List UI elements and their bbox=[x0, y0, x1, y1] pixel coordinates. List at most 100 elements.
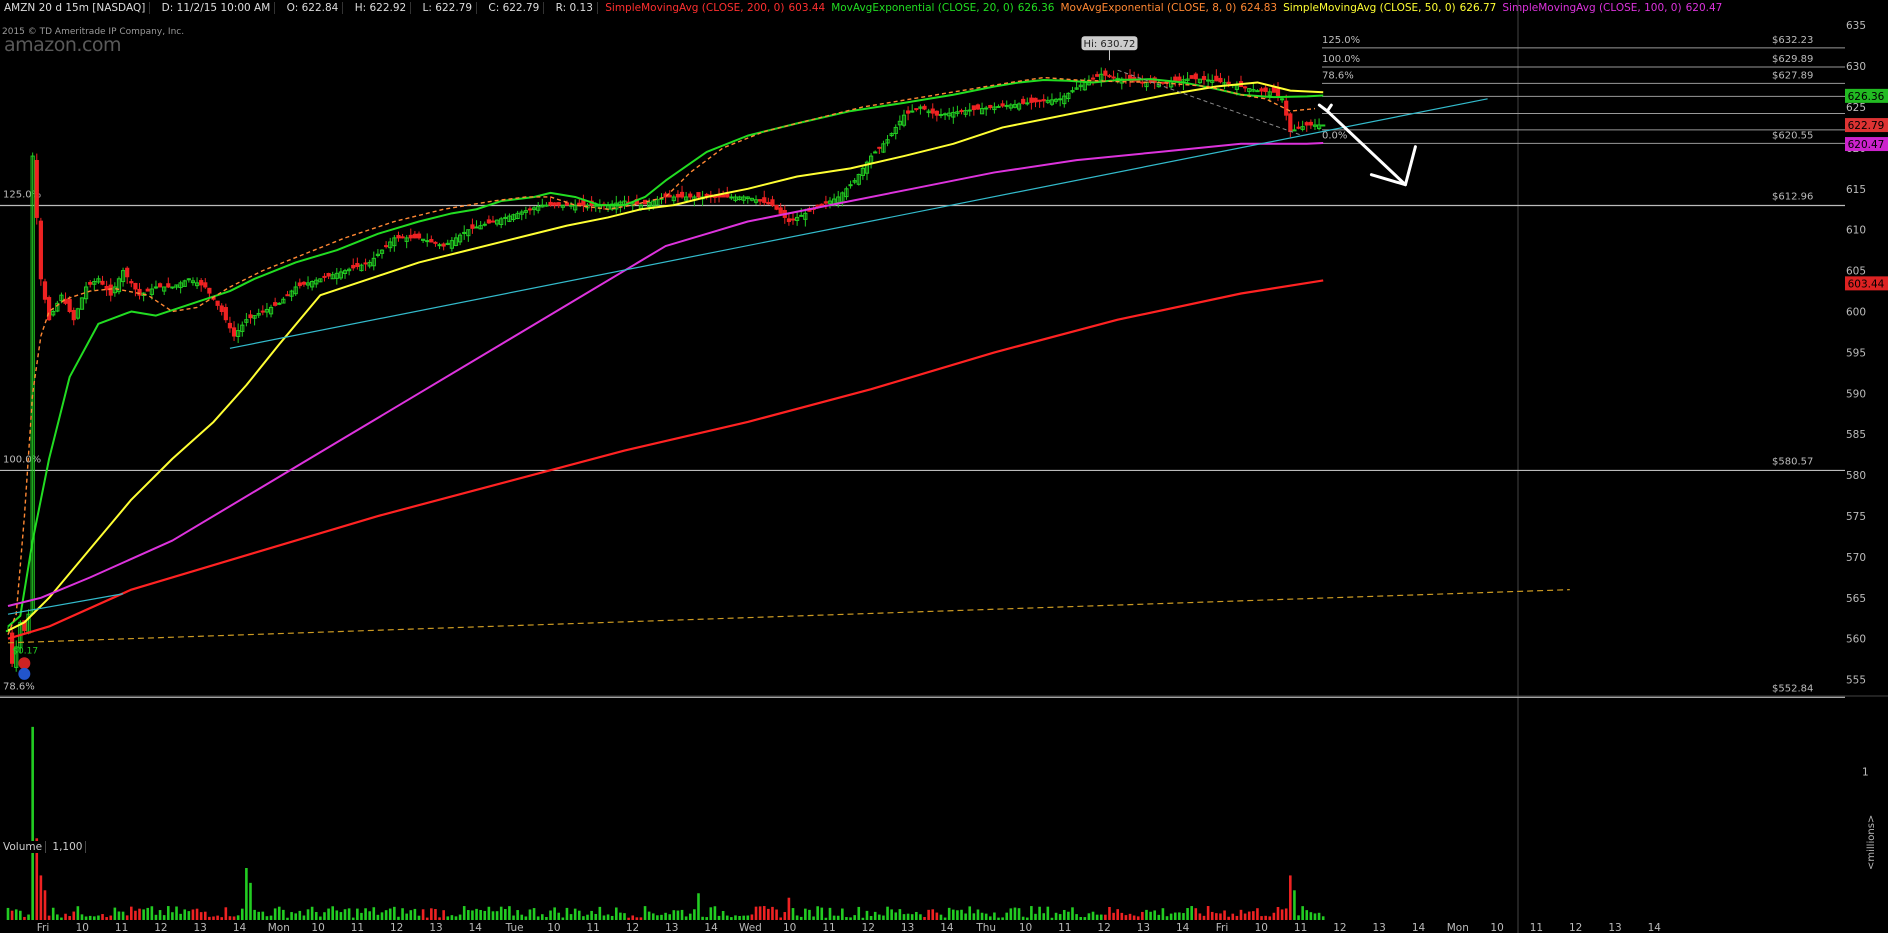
candle-body bbox=[425, 240, 430, 243]
volume-bar bbox=[545, 916, 548, 920]
volume-bar bbox=[191, 909, 195, 920]
volume-bar bbox=[853, 915, 856, 920]
volume-bar bbox=[590, 910, 593, 920]
candle-body bbox=[441, 243, 446, 247]
price-tick-label: 565 bbox=[1846, 593, 1866, 605]
volume-bar bbox=[212, 916, 215, 920]
volume-bar bbox=[902, 914, 906, 920]
time-tick-label: Fri bbox=[1216, 922, 1229, 933]
time-tick-label: 13 bbox=[1373, 922, 1386, 933]
volume-bar bbox=[688, 913, 692, 920]
candle-body bbox=[848, 184, 853, 187]
candle-body bbox=[556, 202, 561, 206]
fib-price-label: $629.89 bbox=[1772, 54, 1813, 65]
time-tick-label: 14 bbox=[1648, 922, 1662, 933]
candle-body bbox=[1226, 81, 1231, 85]
volume-bar bbox=[232, 916, 236, 920]
volume-bar bbox=[438, 917, 441, 920]
series-line bbox=[7, 81, 1324, 632]
volume-bar bbox=[372, 907, 376, 920]
fib-price-label: $627.89 bbox=[1772, 70, 1813, 81]
candle-body bbox=[227, 322, 233, 329]
volume-bar bbox=[1099, 914, 1103, 920]
down-arrow-head bbox=[1369, 145, 1417, 187]
series-line bbox=[7, 78, 1324, 628]
volume-bar bbox=[1206, 906, 1210, 920]
volume-bar bbox=[549, 910, 552, 920]
volume-bar bbox=[1128, 913, 1132, 920]
volume-bar bbox=[1062, 909, 1066, 920]
candle-body bbox=[922, 105, 927, 110]
candle-body bbox=[1173, 76, 1178, 82]
candle-body bbox=[486, 219, 491, 224]
volume-bar bbox=[277, 906, 281, 920]
candle-body bbox=[877, 146, 882, 149]
volume-bar bbox=[779, 917, 782, 920]
volume-panel-label: Volume 1,100 bbox=[0, 841, 87, 853]
candle-body bbox=[1308, 121, 1313, 126]
candle-body bbox=[688, 193, 693, 198]
candle-body bbox=[984, 107, 989, 110]
fib-level-label: 78.6% bbox=[1322, 70, 1354, 81]
candle-body bbox=[679, 191, 685, 198]
volume-bar bbox=[767, 908, 770, 920]
time-tick-label: 14 bbox=[940, 922, 954, 933]
volume-bar bbox=[166, 906, 170, 920]
volume-bar bbox=[364, 908, 367, 920]
candle-body bbox=[1275, 88, 1281, 97]
candle-body bbox=[1177, 76, 1182, 81]
volume-bar bbox=[968, 906, 972, 920]
candle-body bbox=[297, 282, 302, 287]
candle-body bbox=[758, 199, 763, 202]
fib-level-label: 0.0% bbox=[1322, 130, 1347, 141]
volume-bar bbox=[1239, 909, 1243, 920]
volume-bar bbox=[931, 909, 935, 920]
candle-body bbox=[408, 234, 413, 239]
time-tick-label: 10 bbox=[1490, 922, 1503, 933]
candle-body bbox=[766, 201, 771, 205]
time-tick-label: 14 bbox=[233, 922, 247, 933]
volume-bar bbox=[1215, 913, 1218, 920]
time-tick-label: 11 bbox=[1058, 922, 1071, 933]
price-tick-label: 560 bbox=[1846, 634, 1866, 646]
volume-bar bbox=[1058, 914, 1062, 920]
volume-bar bbox=[397, 916, 400, 920]
volume-bar bbox=[923, 917, 926, 920]
candle-body bbox=[930, 108, 935, 114]
volume-bar bbox=[475, 908, 478, 920]
volume-bar bbox=[142, 909, 145, 920]
volume-bar bbox=[335, 910, 339, 920]
candle-body bbox=[1218, 77, 1223, 83]
fib-level-label: 78.6% bbox=[3, 681, 35, 692]
volume-bar bbox=[836, 915, 840, 920]
time-tick-label: 13 bbox=[1137, 922, 1150, 933]
candle-body bbox=[67, 299, 72, 313]
volume-bar bbox=[754, 906, 758, 920]
candle-body bbox=[100, 280, 105, 285]
volume-bar bbox=[356, 908, 359, 920]
candle-body bbox=[1000, 103, 1005, 107]
candle-body bbox=[938, 113, 944, 116]
volume-bar bbox=[849, 917, 852, 920]
candle-body bbox=[1255, 90, 1260, 93]
series-line bbox=[7, 141, 1324, 607]
volume-bar bbox=[72, 911, 76, 920]
volume-bar bbox=[952, 909, 955, 920]
time-tick-label: 11 bbox=[822, 922, 835, 933]
price-chart[interactable]: 555 560 565 570 575 580 585 590 595 600 605 610 615 6… bbox=[0, 0, 1888, 933]
candle-body bbox=[548, 201, 553, 206]
volume-bar bbox=[195, 908, 199, 920]
volume-bar bbox=[203, 911, 207, 920]
time-tick-label: 12 bbox=[154, 922, 167, 933]
candle-body bbox=[770, 199, 775, 206]
volume-bar bbox=[746, 915, 750, 920]
volume-bar bbox=[1120, 912, 1124, 920]
candle-body bbox=[1296, 126, 1301, 129]
volume-bar bbox=[23, 916, 26, 920]
volume-bar bbox=[491, 911, 495, 920]
volume-bar bbox=[586, 914, 589, 920]
fib-level-label: 125.0% bbox=[1322, 35, 1360, 46]
candle-body bbox=[1263, 87, 1268, 92]
candle-body bbox=[285, 294, 290, 297]
time-tick-label: 11 bbox=[587, 922, 600, 933]
